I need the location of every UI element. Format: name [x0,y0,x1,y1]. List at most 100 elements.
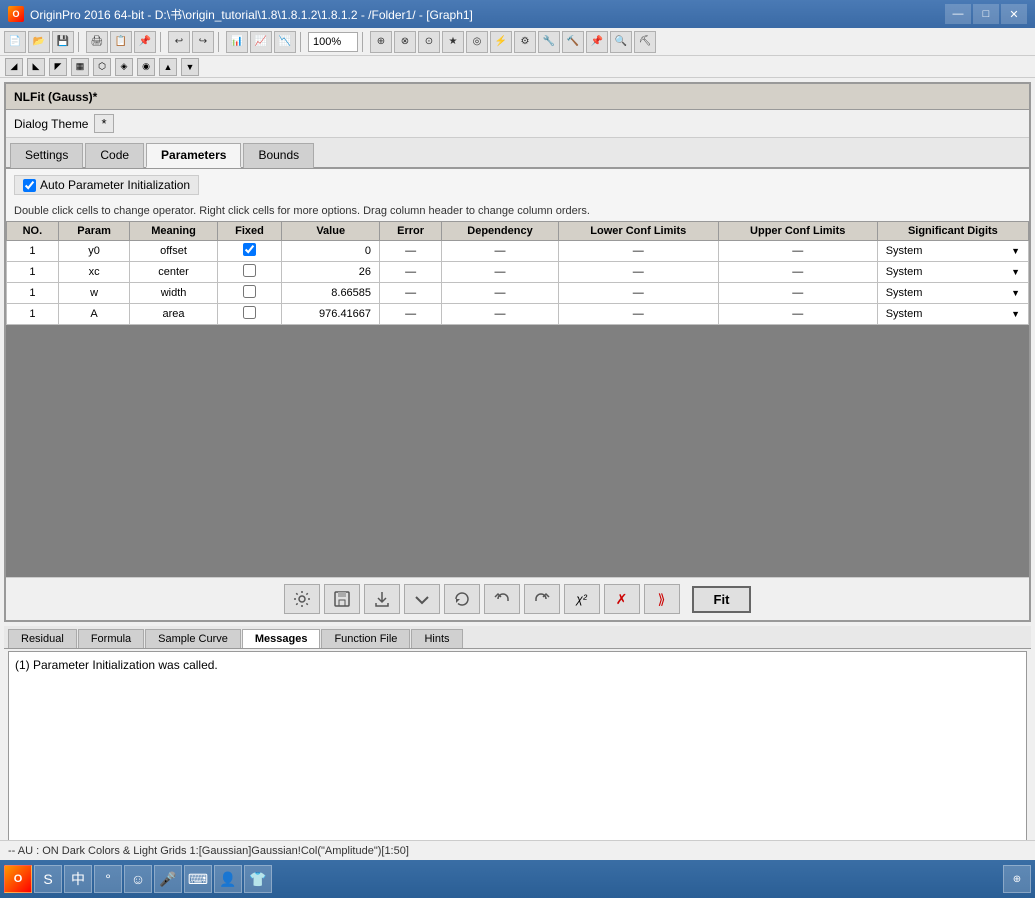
tab-settings[interactable]: Settings [10,143,83,168]
tb-extra11[interactable]: 🔍 [610,31,632,53]
sub-tb-2[interactable]: ◣ [27,58,45,76]
cell-sigdigits-1[interactable]: System ▼ [877,262,1028,283]
sub-tb-1[interactable]: ◢ [5,58,23,76]
auto-param-label[interactable]: Auto Parameter Initialization [14,175,199,195]
tb-extra5[interactable]: ◎ [466,31,488,53]
taskbar-icon-2[interactable]: 中 [64,865,92,893]
cell-fixed-0[interactable] [217,241,282,262]
sub-tb-6[interactable]: ◈ [115,58,133,76]
tb-extra8[interactable]: 🔧 [538,31,560,53]
tb-redo[interactable]: ↪ [192,31,214,53]
fit-button[interactable]: Fit [692,586,752,613]
dlg-tb-settings-btn[interactable] [284,584,320,614]
title-bar: O OriginPro 2016 64-bit - D:\书\origin_tu… [0,0,1035,28]
cell-value-3[interactable]: 976.41667 [282,304,380,325]
tb-print[interactable]: 🖨 [86,31,108,53]
taskbar-start[interactable]: O [4,865,32,893]
dlg-tb-clear-btn[interactable]: ✗ [604,584,640,614]
tb-undo[interactable]: ↩ [168,31,190,53]
col-meaning[interactable]: Meaning [130,222,217,241]
col-dependency[interactable]: Dependency [442,222,559,241]
taskbar-sys-icon[interactable]: ⊕ [1003,865,1031,893]
tb-extra6[interactable]: ⚡ [490,31,512,53]
taskbar-icon-8[interactable]: 👕 [244,865,272,893]
tb-extra10[interactable]: 📌 [586,31,608,53]
tb-extra1[interactable]: ⊕ [370,31,392,53]
tb-copy[interactable]: 📋 [110,31,132,53]
sub-tb-8[interactable]: ▲ [159,58,177,76]
tb-data[interactable]: 📉 [274,31,296,53]
status-bar: -- AU : ON Dark Colors & Light Grids 1:[… [0,840,1035,860]
tb-save[interactable]: 💾 [52,31,74,53]
tb-new[interactable]: 📄 [4,31,26,53]
tb-extra12[interactable]: ⛏ [634,31,656,53]
col-upper[interactable]: Upper Conf Limits [718,222,877,241]
tb-extra4[interactable]: ★ [442,31,464,53]
dlg-tb-refresh-btn[interactable] [444,584,480,614]
sub-tb-3[interactable]: ◤ [49,58,67,76]
cell-fixed-3[interactable] [217,304,282,325]
tb-extra2[interactable]: ⊗ [394,31,416,53]
dlg-tb-chisq-btn[interactable]: χ² [564,584,600,614]
cell-value-1[interactable]: 26 [282,262,380,283]
col-no[interactable]: NO. [7,222,59,241]
auto-param-row: Auto Parameter Initialization [6,169,1029,201]
tb-graph[interactable]: 📊 [226,31,248,53]
col-error[interactable]: Error [380,222,442,241]
tb-open[interactable]: 📂 [28,31,50,53]
tb-extra7[interactable]: ⚙ [514,31,536,53]
taskbar-icon-1[interactable]: S [34,865,62,893]
cell-sigdigits-2[interactable]: System ▼ [877,283,1028,304]
cell-value-2[interactable]: 8.66585 [282,283,380,304]
sub-tb-5[interactable]: ⬡ [93,58,111,76]
dialog-theme-asterisk-btn[interactable]: * [94,114,113,133]
cell-value-0[interactable]: 0 [282,241,380,262]
taskbar-icon-4[interactable]: ☺ [124,865,152,893]
cell-fixed-2[interactable] [217,283,282,304]
dlg-tb-redo-btn[interactable] [524,584,560,614]
btab-function-file[interactable]: Function File [321,629,410,648]
col-sigdigits[interactable]: Significant Digits [877,222,1028,241]
col-param[interactable]: Param [58,222,130,241]
btab-residual[interactable]: Residual [8,629,77,648]
tab-code[interactable]: Code [85,143,144,168]
dlg-tb-undo-btn[interactable] [484,584,520,614]
params-table-container[interactable]: NO. Param Meaning Fixed Value Error Depe… [6,221,1029,577]
dlg-tb-down-btn[interactable] [404,584,440,614]
col-value[interactable]: Value [282,222,380,241]
dlg-tb-export-btn[interactable] [364,584,400,614]
tab-parameters[interactable]: Parameters [146,143,241,168]
dialog-theme-label: Dialog Theme [14,117,88,131]
taskbar-icon-7[interactable]: 👤 [214,865,242,893]
tab-bounds[interactable]: Bounds [243,143,314,168]
dlg-tb-save-btn[interactable] [324,584,360,614]
taskbar-icon-6[interactable]: ⌨ [184,865,212,893]
sub-tb-9[interactable]: ▼ [181,58,199,76]
cell-upper-3: — [718,304,877,325]
sub-tb-7[interactable]: ◉ [137,58,155,76]
btab-messages[interactable]: Messages [242,629,321,648]
auto-param-checkbox[interactable] [23,179,36,192]
dlg-tb-clear2-btn[interactable]: ⟫ [644,584,680,614]
cell-dep-3: — [442,304,559,325]
tb-paste[interactable]: 📌 [134,31,156,53]
tb-plot[interactable]: 📈 [250,31,272,53]
sub-tb-4[interactable]: ▦ [71,58,89,76]
taskbar-icon-3[interactable]: ° [94,865,122,893]
col-lower[interactable]: Lower Conf Limits [558,222,718,241]
col-fixed[interactable]: Fixed [217,222,282,241]
maximize-button[interactable]: □ [973,4,999,24]
btab-sample-curve[interactable]: Sample Curve [145,629,241,648]
cell-sigdigits-0[interactable]: System ▼ [877,241,1028,262]
tb-extra3[interactable]: ⊙ [418,31,440,53]
cell-fixed-1[interactable] [217,262,282,283]
btab-hints[interactable]: Hints [411,629,462,648]
cell-sigdigits-3[interactable]: System ▼ [877,304,1028,325]
table-header-row: NO. Param Meaning Fixed Value Error Depe… [7,222,1029,241]
minimize-button[interactable]: — [945,4,971,24]
zoom-input[interactable] [308,32,358,52]
btab-formula[interactable]: Formula [78,629,144,648]
taskbar-icon-5[interactable]: 🎤 [154,865,182,893]
close-button[interactable]: ✕ [1001,4,1027,24]
tb-extra9[interactable]: 🔨 [562,31,584,53]
